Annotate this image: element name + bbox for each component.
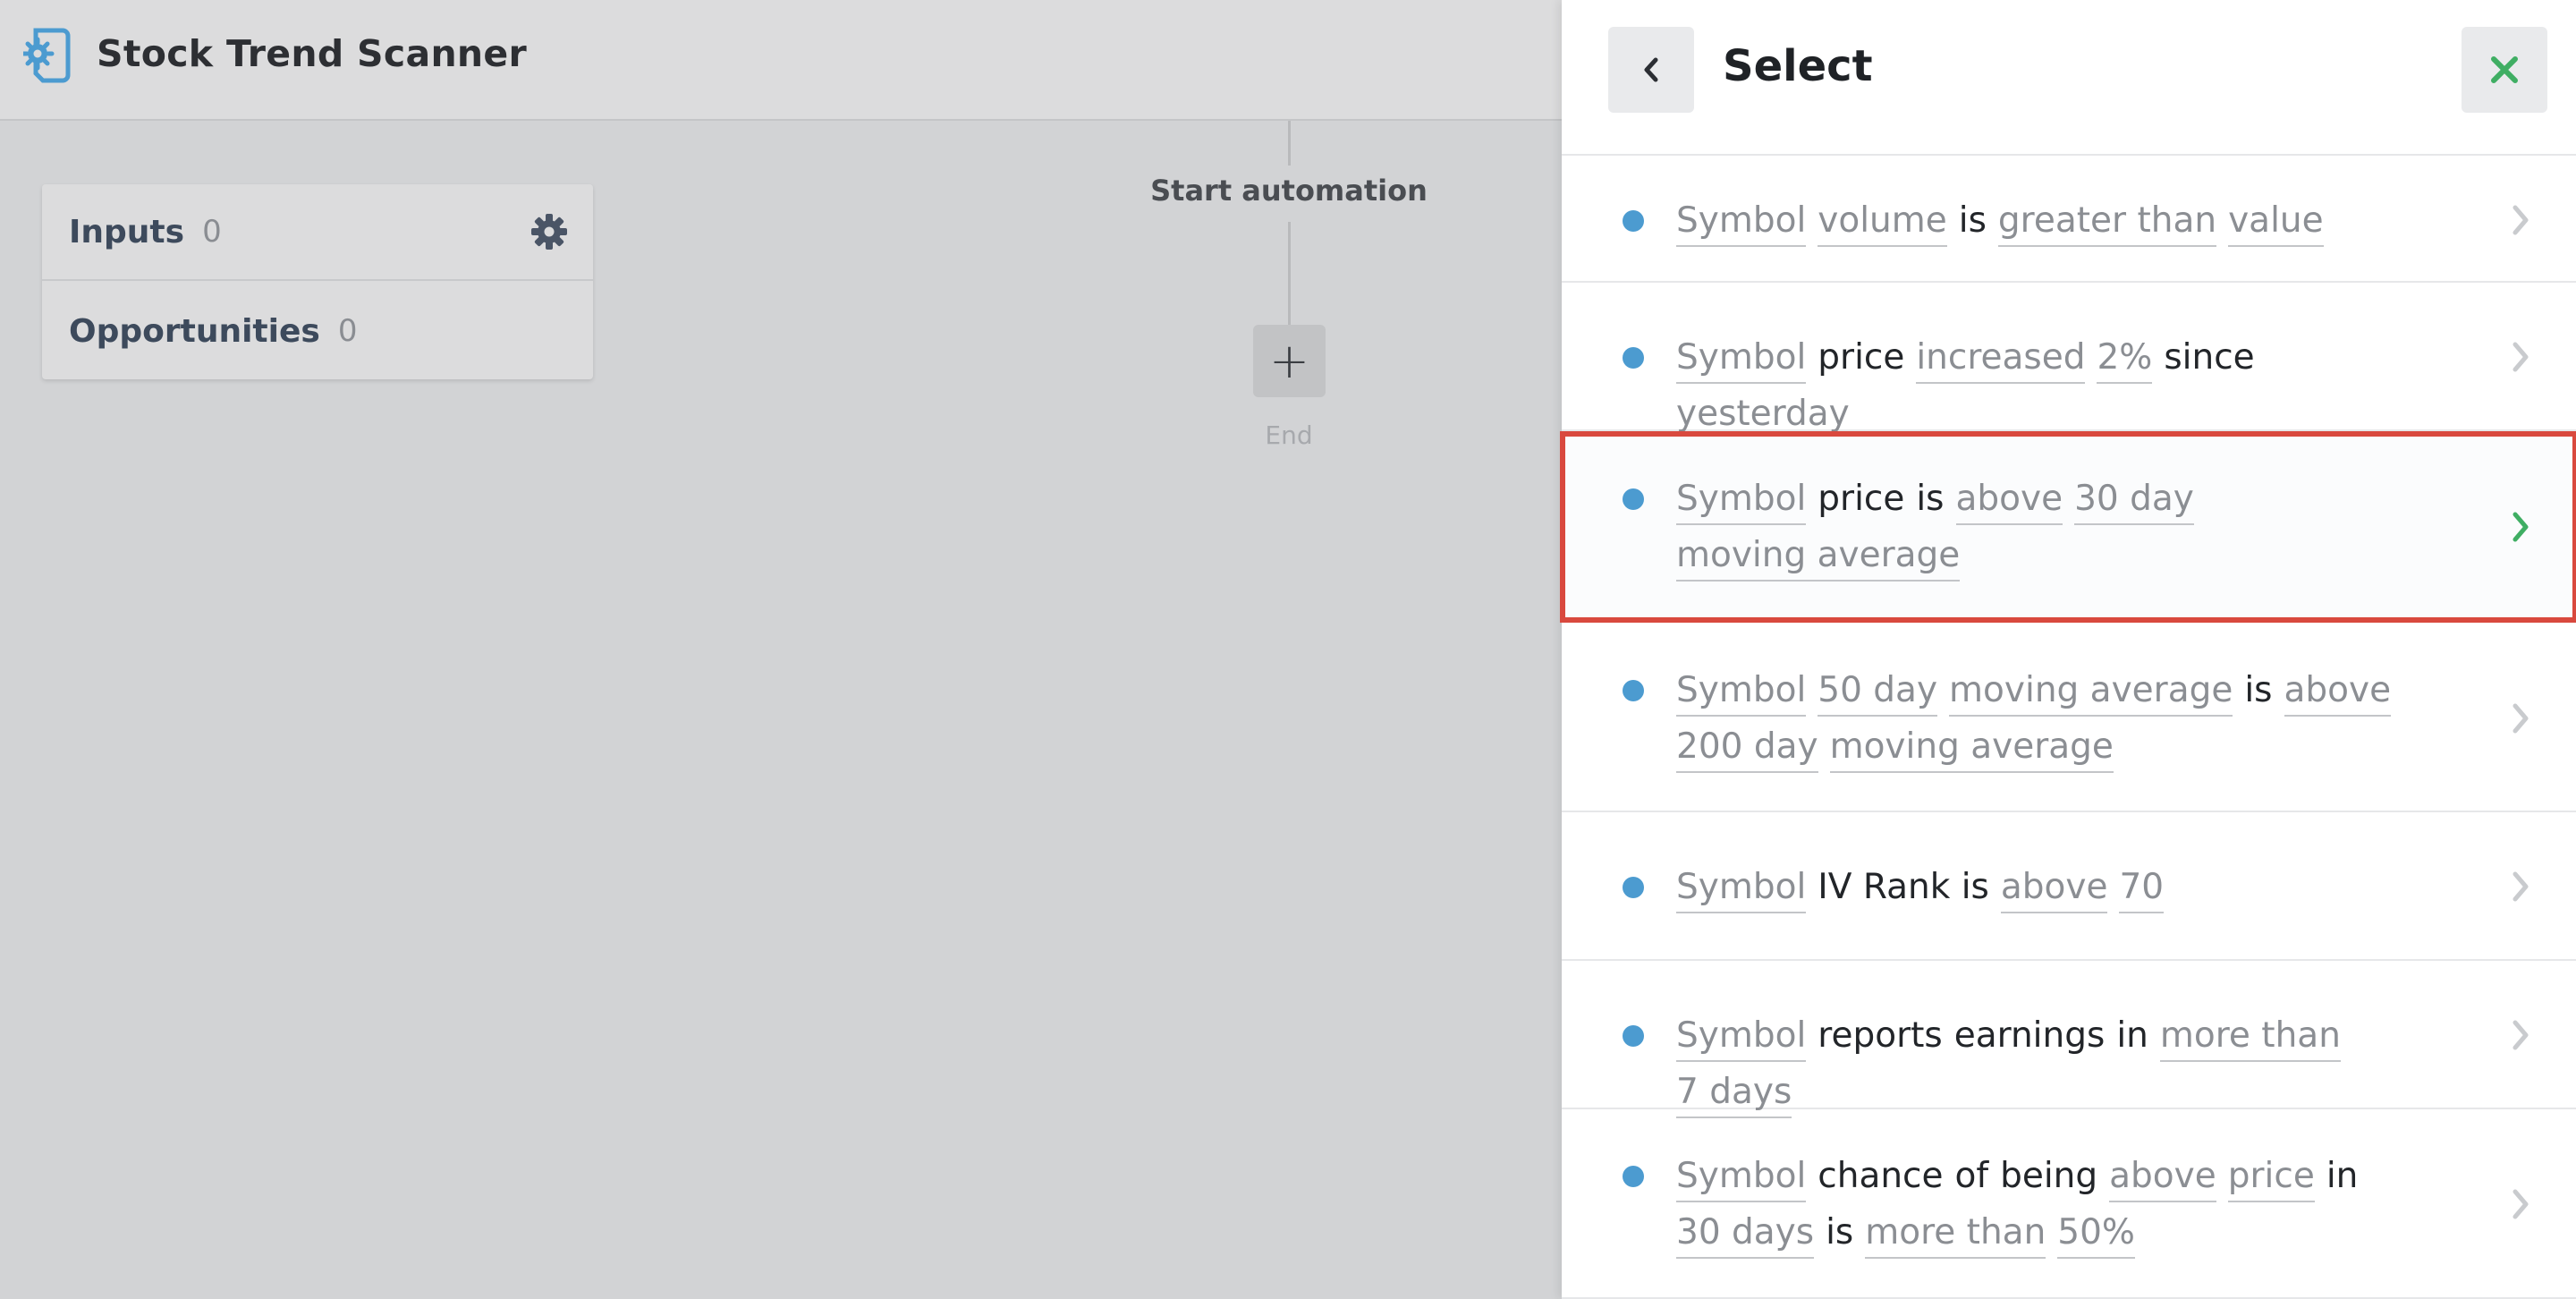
condition-token[interactable]: moving average	[1829, 723, 2114, 773]
condition-text: Symbol 50 day moving average is above200 day…	[1676, 662, 2445, 775]
condition-token[interactable]: 200 day	[1676, 723, 1818, 773]
bullet-dot-icon	[1623, 488, 1644, 510]
condition-token[interactable]: 30 days	[1676, 1209, 1815, 1259]
condition-token[interactable]: 2%	[2097, 334, 2153, 384]
condition-token[interactable]: above	[1955, 475, 2063, 525]
condition-item[interactable]: Symbol volume is greater than value	[1562, 157, 2576, 283]
bullet-dot-icon	[1623, 877, 1644, 898]
condition-word: in	[2326, 1156, 2359, 1196]
panel-title: Select	[1723, 41, 1873, 91]
condition-text: Symbol price increased 2% sinceyesterday	[1676, 329, 2445, 442]
start-automation-label: Start automation	[1150, 174, 1428, 208]
gear-document-icon	[21, 27, 73, 84]
condition-word: is	[1916, 479, 1945, 519]
condition-word: IV Rank is	[1818, 867, 1989, 907]
condition-token[interactable]: greater than	[1997, 197, 2217, 247]
close-button[interactable]	[2462, 27, 2547, 113]
condition-word: is	[2244, 670, 2273, 710]
condition-text: Symbol price is above 30 day moving average	[1676, 471, 2445, 583]
bullet-dot-icon	[1623, 1025, 1644, 1047]
condition-token[interactable]: Symbol	[1676, 1152, 1807, 1202]
chevron-right-icon	[2512, 871, 2529, 902]
opportunities-row[interactable]: Opportunities 0	[42, 283, 593, 379]
add-step-button[interactable]: +	[1253, 325, 1326, 397]
condition-token[interactable]: 50 day	[1818, 666, 1938, 717]
condition-token[interactable]: Symbol	[1676, 863, 1807, 913]
close-icon	[2491, 56, 2518, 83]
condition-text: Symbol chance of being above price in 30 days is…	[1676, 1148, 2445, 1261]
end-label: End	[1265, 420, 1313, 450]
condition-token[interactable]: volume	[1818, 197, 1947, 247]
chevron-right-icon	[2512, 342, 2529, 372]
gear-icon[interactable]	[530, 213, 568, 250]
condition-word: price	[1818, 337, 1905, 378]
condition-word: is	[1826, 1212, 1854, 1252]
condition-token[interactable]: above	[2284, 666, 2392, 717]
condition-item[interactable]: Symbol price is above 30 day moving average	[1560, 431, 2576, 623]
condition-token[interactable]: Symbol	[1676, 666, 1807, 717]
inputs-label: Inputs	[69, 213, 185, 250]
condition-item[interactable]: Symbol IV Rank is above 70	[1562, 812, 2576, 961]
top-bar: Stock Trend Scanner	[0, 0, 1562, 121]
chevron-right-icon	[2512, 512, 2529, 542]
condition-word: is	[1958, 200, 1987, 241]
condition-text: Symbol IV Rank is above 70	[1676, 859, 2445, 915]
condition-token[interactable]: above	[2000, 863, 2108, 913]
condition-word: reports	[1818, 1015, 1943, 1056]
condition-token[interactable]: Symbol	[1676, 197, 1807, 247]
condition-word: earnings	[1953, 1015, 2106, 1056]
condition-word: chance	[1818, 1156, 1944, 1196]
condition-token[interactable]: 70	[2119, 863, 2165, 913]
select-panel: Select Symbol volume is greater than value Sy…	[1560, 0, 2576, 1299]
app-title: Stock Trend Scanner	[97, 32, 528, 75]
bullet-dot-icon	[1623, 347, 1644, 369]
condition-token[interactable]: Symbol	[1676, 475, 1807, 525]
chevron-right-icon	[2512, 1189, 2529, 1219]
summary-card: Inputs 0 Opportunities 0	[42, 184, 593, 379]
condition-text: Symbol volume is greater than value	[1676, 192, 2445, 249]
opportunities-label: Opportunities	[69, 312, 320, 350]
condition-word: price	[1818, 479, 1905, 519]
condition-word: being	[2000, 1156, 2098, 1196]
condition-token[interactable]: Symbol	[1676, 334, 1807, 384]
chevron-right-icon	[2512, 205, 2529, 235]
flow-connector-top	[1288, 121, 1291, 166]
flow-connector-middle	[1288, 222, 1291, 325]
condition-token[interactable]: Symbol	[1676, 1012, 1807, 1062]
condition-text: Symbol reports earnings in more than7 days	[1676, 1007, 2445, 1120]
bullet-dot-icon	[1623, 1166, 1644, 1187]
condition-word: since	[2164, 337, 2255, 378]
condition-token[interactable]: increased	[1916, 334, 2086, 384]
condition-token[interactable]: 50%	[2057, 1209, 2135, 1259]
condition-token[interactable]: moving average	[1676, 531, 1961, 582]
condition-token[interactable]: value	[2228, 197, 2324, 247]
back-button[interactable]	[1608, 27, 1694, 113]
condition-item[interactable]: Symbol reports earnings in more than7 days	[1562, 961, 2576, 1118]
condition-token[interactable]: 30 day	[2074, 475, 2194, 525]
condition-token[interactable]: above	[2109, 1152, 2216, 1202]
chevron-right-icon	[2512, 1020, 2529, 1050]
condition-token[interactable]: moving average	[1949, 666, 2233, 717]
chevron-right-icon	[2512, 703, 2529, 734]
bullet-dot-icon	[1623, 680, 1644, 701]
chevron-left-icon	[1644, 57, 1658, 82]
panel-header: Select	[1562, 0, 2576, 156]
condition-item[interactable]: Symbol 50 day moving average is above200 day…	[1562, 624, 2576, 812]
inputs-row[interactable]: Inputs 0	[42, 184, 593, 281]
condition-token[interactable]: more than	[1865, 1209, 2046, 1259]
condition-item[interactable]: Symbol price increased 2% sinceyesterday	[1562, 283, 2576, 440]
condition-word: of	[1954, 1156, 1989, 1196]
condition-word: in	[2116, 1015, 2148, 1056]
bullet-dot-icon	[1623, 210, 1644, 232]
inputs-count: 0	[202, 214, 222, 250]
condition-item[interactable]: Symbol chance of being above price in 30 days is…	[1562, 1109, 2576, 1299]
opportunities-count: 0	[337, 313, 358, 349]
condition-token[interactable]: more than	[2159, 1012, 2341, 1062]
condition-token[interactable]: price	[2227, 1152, 2315, 1202]
